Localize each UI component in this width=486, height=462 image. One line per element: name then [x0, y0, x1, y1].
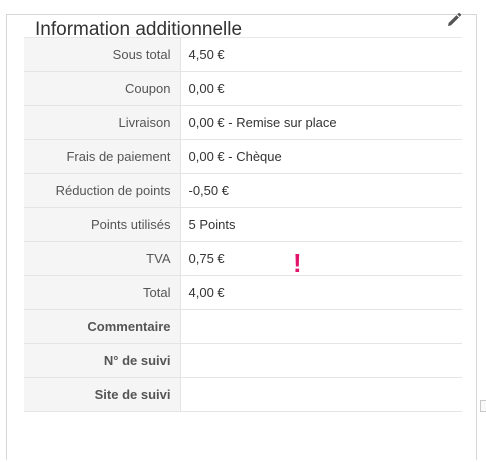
table-row: Points utilisés 5 Points	[24, 207, 462, 242]
row-value: -0,50 €	[180, 173, 462, 208]
row-label: Coupon	[24, 71, 181, 106]
info-table: Sous total 4,50 € Coupon 0,00 € Livraiso…	[24, 37, 462, 412]
row-value: 0,00 €	[180, 71, 462, 106]
table-row: Livraison 0,00 € - Remise sur place	[24, 105, 462, 140]
row-label: N° de suivi	[24, 343, 181, 378]
row-value: 0,00 € - Remise sur place	[180, 105, 462, 140]
row-label: Réduction de points	[24, 173, 181, 208]
table-row: Sous total 4,50 €	[24, 37, 462, 72]
row-value	[180, 343, 462, 378]
pencil-icon[interactable]	[446, 12, 462, 28]
row-label: Livraison	[24, 105, 181, 140]
resize-handle[interactable]	[480, 400, 486, 412]
warning-marker: !	[293, 248, 302, 278]
row-label: Frais de paiement	[24, 139, 181, 174]
row-value	[180, 309, 462, 344]
table-row: Coupon 0,00 €	[24, 71, 462, 106]
row-label: Sous total	[24, 37, 181, 72]
row-value: 4,00 €	[180, 275, 462, 310]
row-value: 0,00 € - Chèque	[180, 139, 462, 174]
row-label: Total	[24, 275, 181, 310]
table-row: Total 4,00 €	[24, 275, 462, 310]
table-row: TVA 0,75 €	[24, 241, 462, 276]
row-value: 4,50 €	[180, 37, 462, 72]
row-label: Commentaire	[24, 309, 181, 344]
table-row: Réduction de points -0,50 €	[24, 173, 462, 208]
table-row: Commentaire	[24, 309, 462, 344]
row-label: TVA	[24, 241, 181, 276]
row-value	[180, 377, 462, 412]
row-label: Site de suivi	[24, 377, 181, 412]
table-row: Site de suivi	[24, 377, 462, 412]
row-value: 0,75 €	[180, 241, 462, 276]
table-row: Frais de paiement 0,00 € - Chèque	[24, 139, 462, 174]
table-row: N° de suivi	[24, 343, 462, 378]
row-label: Points utilisés	[24, 207, 181, 242]
row-value: 5 Points	[180, 207, 462, 242]
